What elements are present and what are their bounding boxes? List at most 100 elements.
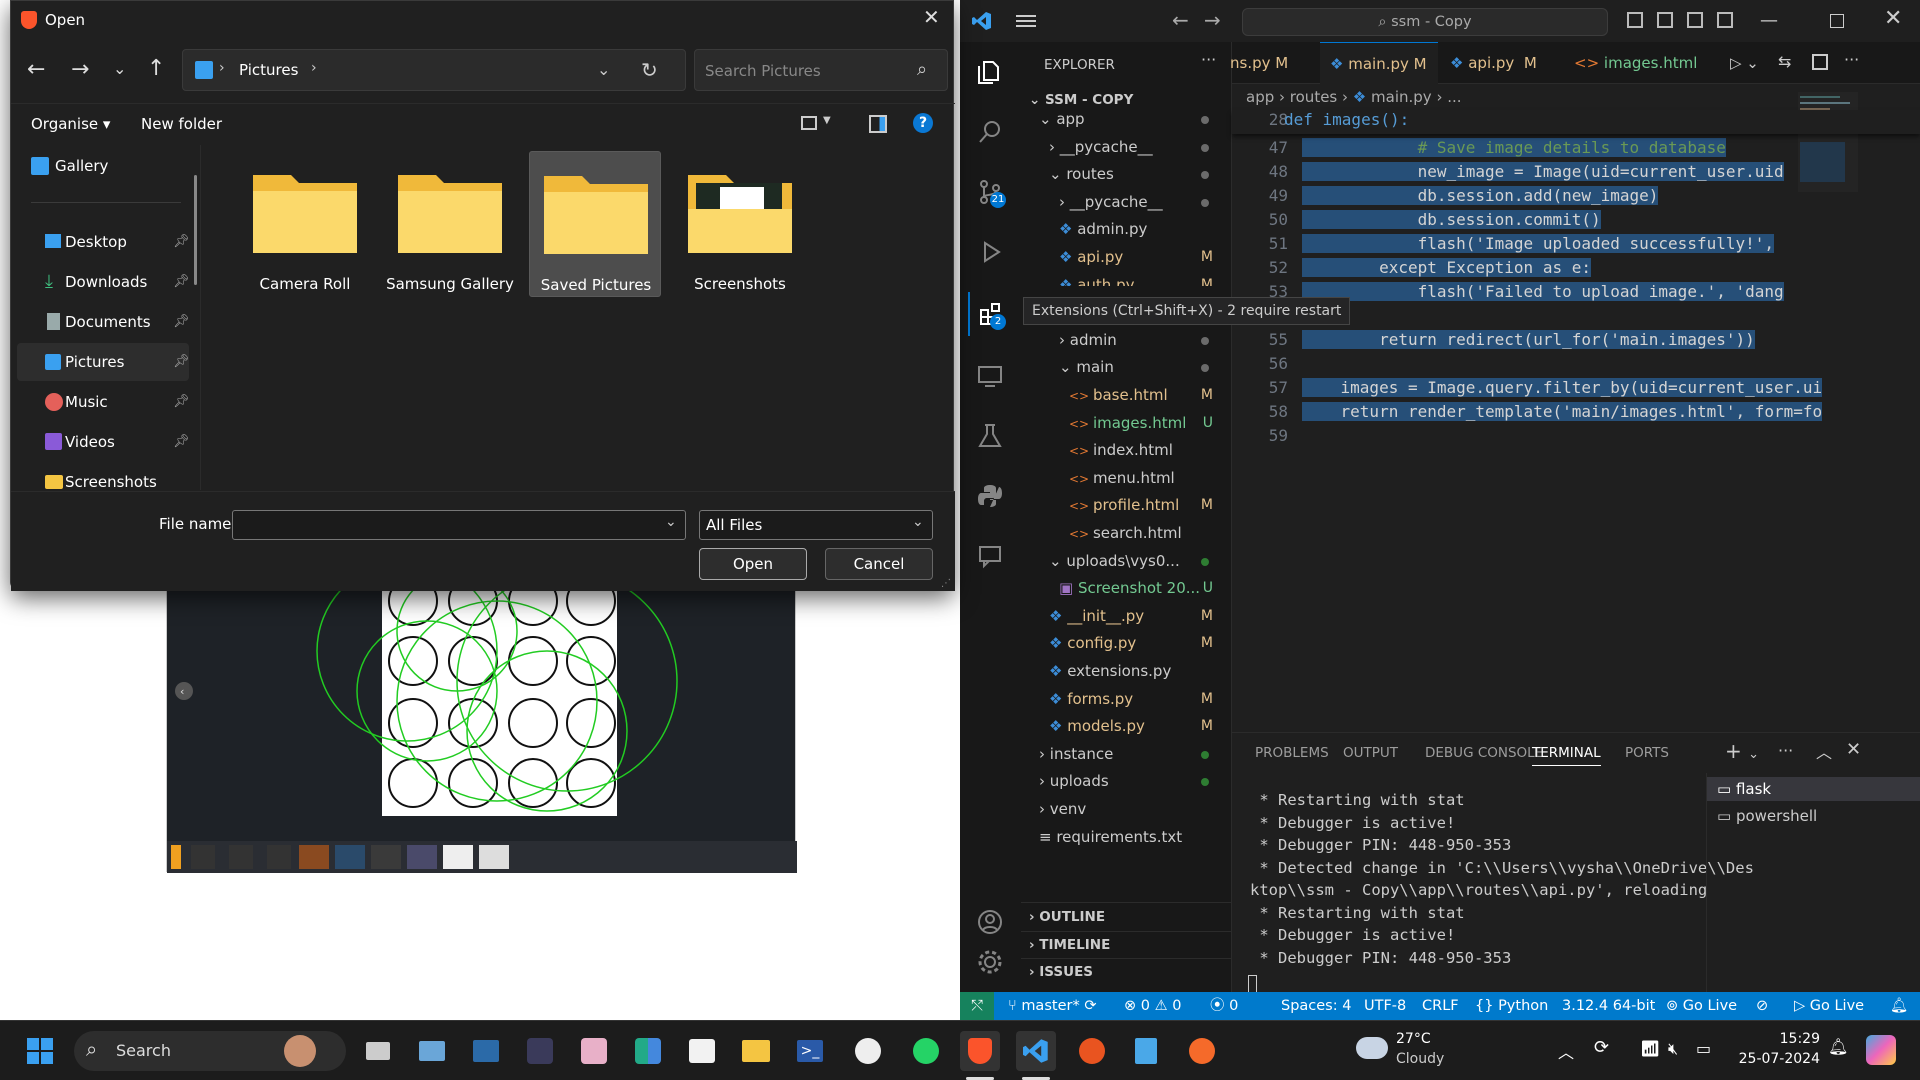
tab-images-html[interactable]: <> images.html	[1564, 42, 1710, 84]
terminal-item-powershell[interactable]: ▭ powershell	[1707, 804, 1920, 828]
nav-documents[interactable]: Documents 📌︎	[17, 303, 190, 341]
tab-problems[interactable]: PROBLEMS	[1255, 745, 1329, 761]
pin-icon[interactable]: 📌︎	[173, 423, 190, 461]
tree-item[interactable]: › instance	[1021, 741, 1231, 768]
chevron-down-icon[interactable]: ⌄	[912, 514, 924, 530]
powershell-icon[interactable]: >_	[790, 1031, 830, 1071]
testing-icon[interactable]	[968, 414, 1012, 458]
comments-icon[interactable]	[968, 534, 1012, 578]
tree-item[interactable]: ❖ auth.py M	[1021, 272, 1231, 286]
tree-item[interactable]: ❖ api.py M	[1021, 244, 1231, 271]
nav-pictures[interactable]: Pictures 📌︎	[17, 343, 190, 381]
accounts-icon[interactable]	[968, 900, 1012, 944]
pin-icon[interactable]: 📌︎	[173, 343, 190, 381]
encoding-indicator[interactable]: UTF-8	[1364, 992, 1406, 1020]
tree-item[interactable]: ▣ Screenshot 20... U	[1021, 575, 1231, 602]
app-icon-1[interactable]	[412, 1031, 452, 1071]
language-indicator[interactable]: {} Python	[1475, 992, 1548, 1020]
tree-item[interactable]: <> base.html M	[1021, 382, 1231, 409]
view-options-icon[interactable]	[801, 116, 817, 130]
menu-icon[interactable]	[1016, 13, 1036, 29]
pin-icon[interactable]: 📌︎	[173, 223, 190, 261]
toggle-secondary-sidebar-icon[interactable]	[1687, 12, 1703, 28]
preview-pane-icon[interactable]	[869, 115, 887, 133]
wifi-icon[interactable]: 📶︎	[1640, 1039, 1660, 1058]
toggle-sidebar-icon[interactable]	[1627, 12, 1643, 28]
tree-item[interactable]: ❖ admin.py	[1021, 216, 1231, 243]
remote-explorer-icon[interactable]	[968, 354, 1012, 398]
compare-changes-icon[interactable]: ⇆	[1778, 52, 1791, 71]
refresh-icon[interactable]: ↻	[641, 58, 658, 82]
app-icon-ubuntu[interactable]	[1072, 1031, 1112, 1071]
tab-api-py[interactable]: ❖ api.py M	[1440, 42, 1562, 84]
tree-item[interactable]: ⌄ uploads\vys0...	[1021, 548, 1231, 575]
breadcrumb-symbol[interactable]: ...	[1447, 88, 1461, 106]
app-icon-orange[interactable]	[1182, 1031, 1222, 1071]
store-icon[interactable]	[682, 1031, 722, 1071]
copilot-icon[interactable]	[1866, 1035, 1896, 1065]
go-live-button-2[interactable]: ▷ Go Live	[1794, 992, 1864, 1020]
terminal-item-flask[interactable]: ▭ flask	[1707, 777, 1920, 801]
customize-layout-icon[interactable]	[1717, 12, 1733, 28]
pin-icon[interactable]: 📌︎	[173, 383, 190, 421]
show-hidden-icons[interactable]: ︿	[1558, 1039, 1574, 1063]
app-icon-5[interactable]	[628, 1031, 668, 1071]
source-control-icon[interactable]: 21	[968, 170, 1012, 214]
tree-item[interactable]: ❖ config.py M	[1021, 630, 1231, 657]
breadcrumb-file[interactable]: main.py	[1371, 88, 1432, 106]
taskbar-search[interactable]: ⌕ Search	[74, 1031, 346, 1071]
folder-screenshots[interactable]: Screenshots	[674, 151, 806, 297]
forward-arrow-icon[interactable]: →	[71, 57, 89, 82]
tab-main-py[interactable]: ❖ main.py M	[1320, 42, 1438, 84]
pin-icon[interactable]: 📌︎	[173, 263, 190, 301]
branch-indicator[interactable]: ⑂ master* ⟳	[1008, 992, 1096, 1020]
clock-time[interactable]: 15:29	[1740, 1031, 1820, 1047]
run-file-icon[interactable]: ▷ ⌄	[1730, 54, 1759, 72]
tree-item[interactable]: ❖ extensions.py	[1021, 658, 1231, 685]
settings-gear-icon[interactable]	[968, 940, 1012, 984]
close-icon[interactable]: ✕	[1884, 6, 1902, 31]
github-icon[interactable]	[848, 1031, 888, 1071]
tab-terminal[interactable]: TERMINAL	[1532, 745, 1601, 766]
tree-item[interactable]: <> images.html U	[1021, 410, 1231, 437]
path-segment[interactable]: Pictures	[239, 61, 298, 79]
breadcrumb-routes[interactable]: routes	[1290, 88, 1337, 106]
tree-item[interactable]: ⌄ main	[1021, 354, 1231, 381]
new-terminal-icon[interactable]: + ⌄	[1725, 739, 1759, 763]
split-editor-icon[interactable]	[1812, 54, 1828, 70]
resize-grip-icon[interactable]: ⋰	[941, 578, 951, 589]
tab-output[interactable]: OUTPUT	[1343, 745, 1398, 761]
more-actions-icon[interactable]: ···	[1201, 50, 1216, 69]
task-view-icon[interactable]	[358, 1031, 398, 1071]
remote-indicator-icon[interactable]: ⤲	[960, 992, 994, 1020]
code-editor[interactable]: 47 # Save image details to database 48 ne…	[1232, 110, 1920, 732]
clock-date[interactable]: 25-07-2024	[1726, 1051, 1820, 1067]
tab-ns-py[interactable]: ns.py M	[1220, 42, 1320, 84]
tree-item[interactable]: ❖ __init__.py M	[1021, 603, 1231, 630]
tree-item[interactable]: › admin	[1021, 327, 1231, 354]
outline-section[interactable]: › OUTLINE	[1021, 903, 1231, 931]
terminal-output[interactable]: * Restarting with stat * Debugger is act…	[1232, 791, 1754, 993]
forward-arrow-icon[interactable]: →	[1204, 8, 1221, 32]
tree-item[interactable]: ⌄ routes	[1021, 161, 1231, 188]
maximize-panel-icon[interactable]: ︿	[1816, 739, 1832, 763]
volume-muted-icon[interactable]: 🔇︎	[1668, 1039, 1678, 1059]
app-icon-3[interactable]	[520, 1031, 560, 1071]
cancel-button[interactable]: Cancel	[825, 548, 933, 580]
address-bar[interactable]: › Pictures › ⌄ ↻	[182, 49, 686, 91]
tree-item[interactable]: ⌄ app	[1021, 106, 1231, 133]
file-explorer-icon[interactable]	[736, 1031, 776, 1071]
toggle-panel-icon[interactable]	[1657, 12, 1673, 28]
tab-ports[interactable]: PORTS	[1625, 745, 1669, 761]
organise-menu[interactable]: Organise ▾	[31, 115, 110, 133]
start-button[interactable]	[20, 1031, 60, 1071]
recent-locations-icon[interactable]: ⌄	[113, 59, 126, 78]
battery-icon[interactable]: ▭	[1696, 1039, 1711, 1058]
folder-camera-roll[interactable]: Camera Roll	[239, 151, 371, 297]
minimap[interactable]	[1798, 92, 1908, 202]
nav-music[interactable]: Music 📌︎	[17, 383, 190, 421]
help-icon[interactable]: ?	[913, 113, 933, 133]
tree-item[interactable]: › __pycache__	[1021, 189, 1231, 216]
tree-item[interactable]: ❖ models.py M	[1021, 713, 1231, 740]
notepad-icon[interactable]	[1126, 1031, 1166, 1071]
